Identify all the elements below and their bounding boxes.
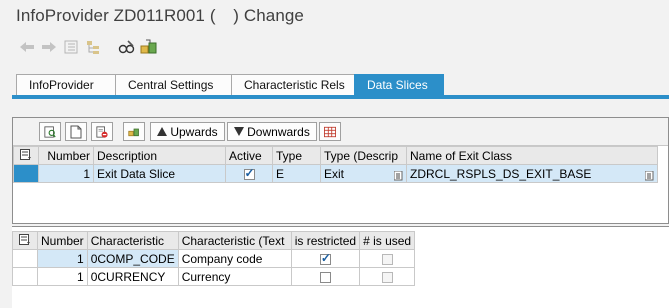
data-slices-table: Number Description Active Type Type (Des…: [13, 146, 658, 183]
col-characteristic-text[interactable]: Characteristic (Text: [177, 231, 292, 250]
used-checkbox: [381, 253, 393, 265]
triangle-down-icon: [234, 127, 245, 136]
row-selector[interactable]: [12, 249, 38, 268]
cell-active[interactable]: [225, 164, 273, 183]
col-type[interactable]: Type: [272, 146, 321, 165]
list-icon[interactable]: [60, 36, 82, 58]
cell-is-used: [359, 249, 416, 268]
table-row[interactable]: 1 Exit Data Slice E Exit ZDRCL_RSPLS_DS_…: [13, 164, 658, 183]
activate-icon[interactable]: [138, 36, 160, 58]
application-toolbar: [16, 36, 160, 58]
delete-entry-button[interactable]: [91, 122, 113, 141]
upwards-button[interactable]: Upwards: [150, 122, 225, 141]
activate-icon: [128, 128, 139, 136]
cell-type[interactable]: E: [272, 164, 321, 183]
col-active[interactable]: Active: [225, 146, 273, 165]
cell-is-restricted[interactable]: [290, 249, 361, 268]
activate-slice-button[interactable]: [123, 122, 145, 141]
active-checkbox[interactable]: [243, 166, 255, 180]
col-exit-class[interactable]: Name of Exit Class: [406, 146, 658, 165]
col-is-used[interactable]: # is used: [359, 231, 416, 250]
table-row[interactable]: 1 0COMP_CODE Company code: [12, 249, 416, 268]
restricted-checkbox[interactable]: [319, 251, 331, 265]
table-icon: [324, 126, 336, 137]
row-selector[interactable]: [13, 164, 39, 183]
tab-infoprovider[interactable]: InfoProvider: [16, 74, 116, 95]
cell-number[interactable]: 1: [38, 164, 94, 183]
forward-arrow-icon[interactable]: [38, 36, 60, 58]
cell-description[interactable]: Exit Data Slice: [93, 164, 226, 183]
downwards-button[interactable]: Downwards: [227, 122, 317, 141]
back-arrow-icon[interactable]: [16, 36, 38, 58]
slices-toolbar: Upwards Downwards: [13, 118, 668, 146]
col-type-description[interactable]: Type (Descrip: [320, 146, 407, 165]
col-characteristic[interactable]: Characteristic: [86, 231, 179, 250]
tab-central-settings[interactable]: Central Settings: [115, 74, 232, 95]
title-paren-close: ): [233, 6, 239, 25]
exit-class-value: ZDRCL_RSPLS_DS_EXIT_BASE: [410, 166, 592, 181]
downwards-label: Downwards: [247, 124, 310, 139]
upwards-label: Upwards: [170, 124, 218, 139]
row-selector-header[interactable]: [13, 146, 39, 165]
table-settings-button[interactable]: [319, 122, 341, 141]
characteristics-panel: Number Characteristic Characteristic (Te…: [12, 226, 669, 308]
title-paren-open: (: [209, 6, 216, 25]
col-is-restricted[interactable]: is restricted: [290, 231, 361, 250]
row-selector[interactable]: [12, 267, 38, 286]
cell-characteristic-text: Company code: [177, 249, 292, 268]
display-change-icon[interactable]: [116, 36, 138, 58]
hierarchy-icon[interactable]: [82, 36, 104, 58]
cell-characteristic-text: Currency: [177, 267, 292, 286]
cell-type-description[interactable]: Exit: [320, 164, 407, 183]
table-header-row: Number Description Active Type Type (Des…: [13, 146, 658, 165]
restricted-checkbox[interactable]: [319, 271, 331, 283]
cell-characteristic[interactable]: 0CURRENCY: [86, 267, 179, 286]
cell-exit-class[interactable]: ZDRCL_RSPLS_DS_EXIT_BASE: [406, 164, 658, 183]
table-row[interactable]: 1 0CURRENCY Currency: [12, 267, 416, 286]
cell-characteristic[interactable]: 0COMP_CODE: [86, 249, 179, 268]
col-number[interactable]: Number: [38, 146, 94, 165]
tab-underline: [12, 95, 669, 99]
characteristics-table: Number Characteristic Characteristic (Te…: [12, 231, 416, 286]
triangle-up-icon: [157, 127, 168, 136]
table-header-row: Number Characteristic Characteristic (Te…: [12, 231, 416, 250]
col-description[interactable]: Description: [93, 146, 226, 165]
delete-row-icon: [96, 125, 108, 138]
type-description-value: Exit: [324, 166, 345, 181]
tab-characteristic-rels[interactable]: Characteristic Rels: [231, 74, 355, 95]
cell-number[interactable]: 1: [37, 267, 88, 286]
title-prefix: InfoProvider ZD011R001: [16, 6, 205, 25]
value-help-icon[interactable]: [394, 170, 403, 181]
col-number[interactable]: Number: [37, 231, 88, 250]
tab-data-slices[interactable]: Data Slices: [354, 74, 444, 95]
details-icon: [44, 125, 56, 138]
window-title: InfoProvider ZD011R001 ( ) Change: [16, 6, 304, 26]
select-all-icon: [19, 233, 30, 245]
title-suffix: Change: [243, 6, 304, 25]
value-help-icon[interactable]: [645, 170, 654, 181]
select-all-icon: [20, 148, 31, 160]
tab-strip: InfoProvider Central Settings Characteri…: [16, 74, 444, 95]
data-slices-panel: Upwards Downwards Number Description Act…: [12, 117, 669, 224]
row-selector-header[interactable]: [12, 231, 38, 250]
cell-number[interactable]: 1: [37, 249, 88, 268]
new-document-icon: [70, 125, 82, 138]
cell-is-restricted[interactable]: [290, 267, 361, 286]
used-checkbox: [381, 271, 393, 283]
details-button[interactable]: [39, 122, 61, 141]
new-entry-button[interactable]: [65, 122, 87, 141]
cell-is-used: [359, 267, 416, 286]
